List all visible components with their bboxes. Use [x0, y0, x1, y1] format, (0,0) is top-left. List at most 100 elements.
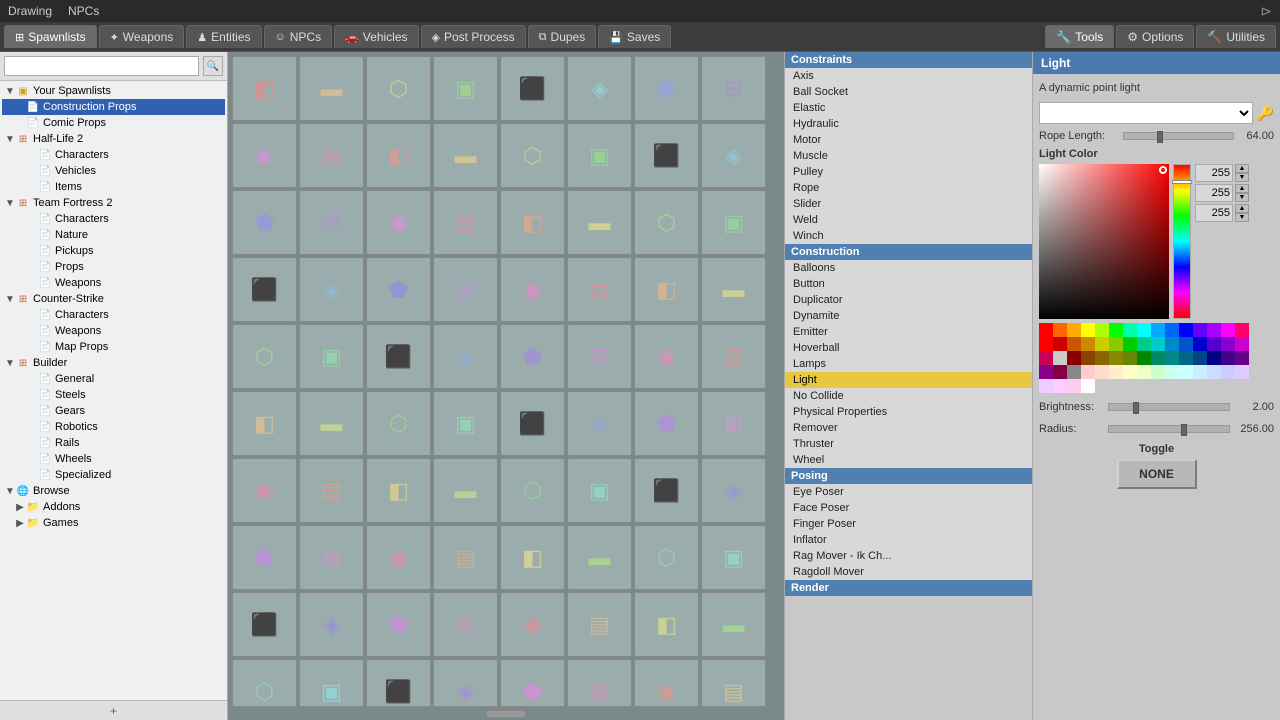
posing-finger[interactable]: Finger Poser — [785, 516, 1032, 532]
construction-nocollide[interactable]: No Collide — [785, 388, 1032, 404]
color-swatch[interactable] — [1067, 351, 1081, 365]
color-swatch[interactable] — [1235, 323, 1249, 337]
grid-prop-item[interactable]: ◈ — [433, 324, 498, 389]
brightness-slider[interactable] — [1108, 403, 1230, 411]
tree-tf2[interactable]: ▼ ⊞ Team Fortress 2 — [2, 195, 225, 211]
color-swatch[interactable] — [1137, 351, 1151, 365]
scroll-indicator[interactable] — [486, 710, 526, 718]
tree-your-spawnlists[interactable]: ▼ ▣ Your Spawnlists — [2, 83, 225, 99]
grid-prop-item[interactable]: ◈ — [433, 659, 498, 706]
construction-wheel[interactable]: Wheel — [785, 452, 1032, 468]
rgb-g-input[interactable] — [1195, 184, 1233, 202]
grid-prop-item[interactable]: ◧ — [634, 257, 699, 322]
grid-prop-item[interactable]: ◧ — [232, 56, 297, 121]
grid-prop-item[interactable]: ⬟ — [500, 324, 565, 389]
color-swatch[interactable] — [1123, 337, 1137, 351]
grid-prop-item[interactable]: ▬ — [567, 190, 632, 255]
color-swatch[interactable] — [1151, 323, 1165, 337]
grid-prop-item[interactable]: ▤ — [433, 525, 498, 590]
color-swatch[interactable] — [1067, 365, 1081, 379]
grid-prop-item[interactable]: ⬟ — [232, 525, 297, 590]
color-swatch[interactable] — [1039, 323, 1053, 337]
grid-prop-item[interactable]: ▣ — [567, 458, 632, 523]
constraint-winch[interactable]: Winch — [785, 228, 1032, 244]
color-swatch[interactable] — [1165, 323, 1179, 337]
color-swatch[interactable] — [1067, 323, 1081, 337]
grid-prop-item[interactable]: ▬ — [567, 525, 632, 590]
constraint-weld[interactable]: Weld — [785, 212, 1032, 228]
tree-builder[interactable]: ▼ ⊞ Builder — [2, 355, 225, 371]
grid-prop-item[interactable]: ▣ — [299, 324, 364, 389]
render-section-title[interactable]: Render — [785, 580, 1032, 596]
grid-prop-item[interactable]: ⬡ — [500, 123, 565, 188]
tree-builder-gears[interactable]: 📄 Gears — [2, 403, 225, 419]
grid-prop-item[interactable]: ◈ — [567, 391, 632, 456]
constraint-elastic[interactable]: Elastic — [785, 100, 1032, 116]
color-swatch[interactable] — [1067, 379, 1081, 393]
grid-prop-item[interactable]: ⬡ — [634, 525, 699, 590]
menu-drawing[interactable]: Drawing — [8, 4, 52, 18]
grid-prop-item[interactable]: ⬟ — [232, 190, 297, 255]
posing-face[interactable]: Face Poser — [785, 500, 1032, 516]
grid-prop-item[interactable]: ▤ — [299, 458, 364, 523]
grid-prop-item[interactable]: ▤ — [701, 324, 766, 389]
color-swatch[interactable] — [1151, 351, 1165, 365]
color-swatch[interactable] — [1123, 323, 1137, 337]
grid-prop-item[interactable]: ◈ — [299, 592, 364, 657]
grid-prop-item[interactable]: ◉ — [366, 190, 431, 255]
constraint-rope[interactable]: Rope — [785, 180, 1032, 196]
tree-hl2-characters[interactable]: 📄 Characters — [2, 147, 225, 163]
rope-length-slider[interactable] — [1123, 132, 1234, 140]
tab-weapons[interactable]: ✦ Weapons — [99, 25, 185, 48]
grid-prop-item[interactable]: ⊞ — [701, 56, 766, 121]
constraint-hydraulic[interactable]: Hydraulic — [785, 116, 1032, 132]
grid-prop-item[interactable]: ◧ — [366, 123, 431, 188]
add-icon[interactable]: + — [110, 704, 117, 718]
grid-prop-item[interactable]: ▣ — [433, 391, 498, 456]
tree-tf2-nature[interactable]: 📄 Nature — [2, 227, 225, 243]
grid-prop-item[interactable]: ▤ — [567, 592, 632, 657]
color-swatch[interactable] — [1179, 365, 1193, 379]
grid-prop-item[interactable]: ◉ — [366, 525, 431, 590]
grid-prop-item[interactable]: ◉ — [634, 659, 699, 706]
color-swatch[interactable] — [1095, 365, 1109, 379]
tree-builder-specialized[interactable]: 📄 Specialized — [2, 467, 225, 483]
color-swatch[interactable] — [1165, 365, 1179, 379]
construction-physicalprops[interactable]: Physical Properties — [785, 404, 1032, 420]
color-swatch[interactable] — [1039, 337, 1053, 351]
construction-lamps[interactable]: Lamps — [785, 356, 1032, 372]
grid-prop-item[interactable]: ⬛ — [366, 659, 431, 706]
construction-emitter[interactable]: Emitter — [785, 324, 1032, 340]
window-maximize-icon[interactable]: ⊳ — [1260, 3, 1272, 20]
tab-dupes[interactable]: ⧉ Dupes — [528, 25, 597, 48]
menu-npcs[interactable]: NPCs — [68, 4, 99, 18]
posing-eye[interactable]: Eye Poser — [785, 484, 1032, 500]
grid-prop-item[interactable]: ⬡ — [500, 458, 565, 523]
tab-postprocess[interactable]: ◈ Post Process — [421, 25, 526, 48]
constraint-ballsocket[interactable]: Ball Socket — [785, 84, 1032, 100]
color-swatch[interactable] — [1151, 337, 1165, 351]
grid-prop-item[interactable]: ⊞ — [433, 257, 498, 322]
color-swatch[interactable] — [1193, 351, 1207, 365]
grid-prop-item[interactable]: ▣ — [701, 190, 766, 255]
grid-prop-item[interactable]: ▣ — [299, 659, 364, 706]
grid-prop-item[interactable]: ⬡ — [366, 56, 431, 121]
grid-prop-item[interactable]: ▬ — [701, 592, 766, 657]
grid-prop-item[interactable]: ⬡ — [366, 391, 431, 456]
tree-cs-map-props[interactable]: 📄 Map Props — [2, 339, 225, 355]
color-swatch[interactable] — [1123, 351, 1137, 365]
constraint-motor[interactable]: Motor — [785, 132, 1032, 148]
construction-thruster[interactable]: Thruster — [785, 436, 1032, 452]
tree-browse-addons[interactable]: ▶ 📁 Addons — [2, 499, 225, 515]
grid-prop-item[interactable]: ◉ — [634, 324, 699, 389]
search-button[interactable]: 🔍 — [203, 56, 223, 76]
grid-prop-item[interactable]: ⬛ — [366, 324, 431, 389]
color-swatch[interactable] — [1193, 337, 1207, 351]
grid-prop-item[interactable]: ⊞ — [299, 525, 364, 590]
tree-halflife2[interactable]: ▼ ⊞ Half-Life 2 — [2, 131, 225, 147]
grid-prop-item[interactable]: ⬛ — [232, 592, 297, 657]
grid-prop-item[interactable]: ◉ — [500, 257, 565, 322]
grid-prop-item[interactable]: ▤ — [701, 659, 766, 706]
key-icon[interactable]: 🔑 — [1257, 105, 1274, 122]
color-swatch[interactable] — [1081, 337, 1095, 351]
